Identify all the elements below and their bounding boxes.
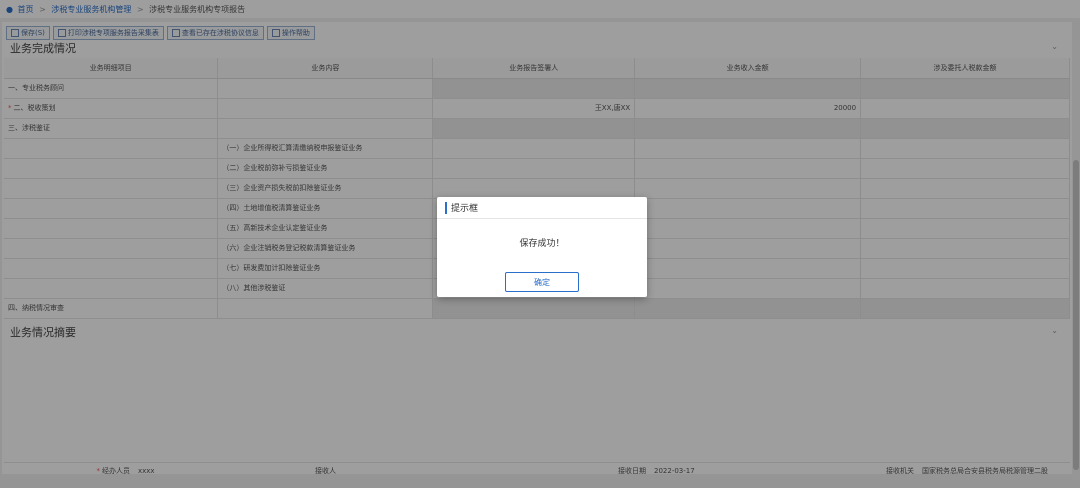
confirm-button[interactable]: 确定 bbox=[505, 272, 579, 292]
dialog-title: 提示框 bbox=[451, 204, 479, 214]
alert-dialog: 提示框 保存成功！ 确定 bbox=[437, 197, 647, 297]
accent-bar bbox=[445, 201, 447, 214]
dialog-message: 保存成功！ bbox=[519, 238, 565, 249]
dialog-header: 提示框 bbox=[437, 197, 647, 219]
